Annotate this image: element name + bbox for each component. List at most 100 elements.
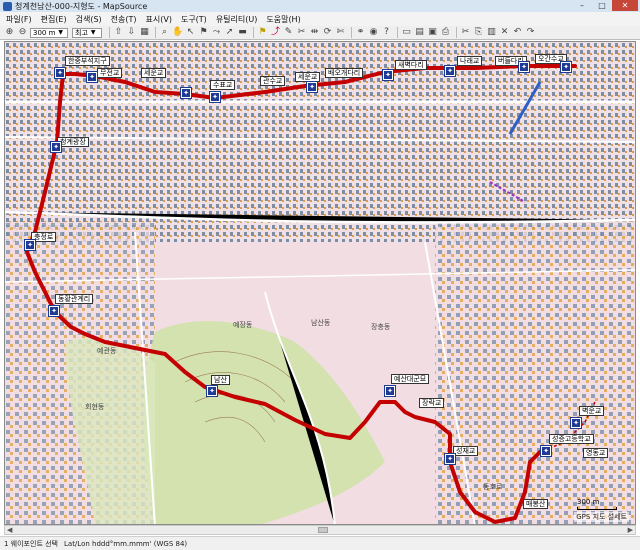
waypoint-label[interactable]: 매봉산 — [523, 499, 549, 509]
chevron-down-icon: ▼ — [58, 28, 64, 36]
waypoint-icon[interactable]: ✦ — [50, 141, 62, 153]
zoom-tool-icon[interactable]: ⌕ — [159, 27, 170, 38]
map-icon[interactable]: ▦ — [139, 27, 150, 38]
flag-icon[interactable]: ⚑ — [198, 27, 209, 38]
menu-transfer[interactable]: 전송(T) — [111, 14, 137, 25]
waypoint-icon[interactable]: ✦ — [306, 81, 318, 93]
waypoint-label[interactable]: 배오개다리 — [325, 68, 364, 78]
waypoint-label[interactable]: 청계광장 — [57, 137, 89, 147]
waypoint-label[interactable]: 무전교 — [97, 68, 123, 78]
zoom-out-icon[interactable]: ⊖ — [17, 27, 28, 38]
toolbar-separator — [351, 27, 352, 38]
waypoint-icon[interactable]: ✦ — [180, 87, 192, 99]
pointer-icon[interactable]: ➚ — [224, 27, 235, 38]
scrollbar-thumb[interactable] — [318, 527, 328, 533]
waypoint-label[interactable]: 영동교 — [583, 448, 609, 458]
detail-value: 최고 — [75, 28, 88, 37]
waypoint-icon[interactable]: ✦ — [540, 445, 552, 457]
waypoint-icon[interactable]: ⚑ — [257, 27, 268, 38]
print-icon[interactable]: ⎙ — [440, 27, 451, 38]
menu-view[interactable]: 표시(V) — [146, 14, 172, 25]
waypoint-label[interactable]: 동황관계리 — [55, 294, 94, 304]
maximize-icon[interactable]: □ — [592, 0, 612, 11]
horizontal-scrollbar[interactable]: ◀ ▶ — [4, 525, 636, 535]
zoom-select[interactable]: 300 m ▼ — [30, 27, 68, 38]
profile-icon[interactable]: ⟳ — [322, 27, 333, 38]
zoom-value: 300 m — [33, 28, 56, 37]
menu-utilities[interactable]: 유틸리티(U) — [216, 14, 258, 25]
selection-status: 1 웨이포인트 선택 — [4, 539, 58, 548]
waypoint-icon[interactable]: ✦ — [209, 91, 221, 103]
receive-from-device-icon[interactable]: ⇩ — [126, 27, 137, 38]
waypoint-label[interactable]: 새벽다리 — [395, 60, 427, 70]
place-label: 회현동 — [85, 403, 105, 411]
waypoint-icon[interactable]: ✦ — [384, 385, 396, 397]
pan-hand-icon[interactable]: ✋ — [172, 27, 183, 38]
waypoint-label[interactable]: 성재교 — [453, 446, 479, 456]
waypoint-label[interactable]: 세운교 — [295, 72, 321, 82]
waypoint-label[interactable]: 남산 — [211, 375, 230, 385]
save-icon[interactable]: ▣ — [427, 27, 438, 38]
menu-find[interactable]: 검색(S) — [76, 14, 102, 25]
waypoint-icon[interactable]: ✦ — [54, 67, 66, 79]
scale-label: 300 m — [577, 498, 600, 506]
waypoint-label[interactable]: 나래교 — [457, 56, 483, 66]
toolbar-separator — [397, 27, 398, 38]
waypoint-icon[interactable]: ✦ — [382, 69, 394, 81]
menu-edit[interactable]: 편집(E) — [41, 14, 67, 25]
track-tool-icon[interactable]: ▬ — [237, 27, 248, 38]
erase-icon[interactable]: ✂ — [296, 27, 307, 38]
waypoint-label[interactable]: 세운교 — [141, 68, 167, 78]
route-icon[interactable]: ⤴ — [270, 27, 281, 38]
erase-tool-icon[interactable]: ✄ — [335, 27, 346, 38]
properties-icon[interactable]: ◉ — [368, 27, 379, 38]
menu-bar: 파일(F) 편집(E) 검색(S) 전송(T) 표시(V) 도구(T) 유틸리티… — [0, 12, 640, 26]
undo-icon[interactable]: ↶ — [512, 27, 523, 38]
waypoint-icon[interactable]: ✦ — [24, 239, 36, 251]
find-icon[interactable]: ✎ — [283, 27, 294, 38]
waypoint-icon[interactable]: ✦ — [48, 305, 60, 317]
toolbar-separator — [456, 27, 457, 38]
waypoint-icon[interactable]: ✦ — [518, 61, 530, 73]
waypoint-label[interactable]: 벽운교 — [579, 406, 605, 416]
select-tool-icon[interactable]: ↖ — [185, 27, 196, 38]
zoom-in-icon[interactable]: ⊕ — [4, 27, 15, 38]
waypoint-icon[interactable]: ✦ — [206, 385, 218, 397]
waypoint-label[interactable]: 수표교 — [210, 80, 236, 90]
place-label: 예관동 — [97, 347, 117, 355]
distance-icon[interactable]: ⇹ — [309, 27, 320, 38]
redo-icon[interactable]: ↷ — [525, 27, 536, 38]
coordinate-format: Lat/Lon hddd°mm.mmm' (WGS 84) — [64, 539, 188, 548]
delete-icon[interactable]: ✕ — [499, 27, 510, 38]
scroll-left-icon[interactable]: ◀ — [7, 526, 12, 534]
map-view[interactable]: 한중부석지구 무전교 세운교 수표교 관수교 세운교 배오개다리 새벽다리 나래… — [4, 41, 636, 525]
scroll-right-icon[interactable]: ▶ — [628, 526, 633, 534]
send-to-device-icon[interactable]: ⇧ — [113, 27, 124, 38]
waypoint-icon[interactable]: ✦ — [444, 65, 456, 77]
detail-select[interactable]: 최고 ▼ — [72, 27, 102, 38]
waypoint-label[interactable]: 한중부석지구 — [65, 56, 110, 66]
toolbar-separator — [253, 27, 254, 38]
waypoint-icon[interactable]: ✦ — [86, 71, 98, 83]
waypoint-label[interactable]: 예산대군묘 — [391, 374, 430, 384]
waypoint-label[interactable]: 성증고등학교 — [549, 434, 594, 444]
cut-icon[interactable]: ✂ — [460, 27, 471, 38]
close-icon[interactable]: ✕ — [612, 0, 638, 11]
waypoint-label[interactable]: 관수교 — [260, 76, 286, 86]
minimize-icon[interactable]: – — [572, 0, 592, 11]
binoculars-icon[interactable]: ⚭ — [355, 27, 366, 38]
waypoint-icon[interactable]: ✦ — [570, 417, 582, 429]
menu-tools[interactable]: 도구(T) — [181, 14, 207, 25]
waypoint-icon[interactable]: ✦ — [444, 453, 456, 465]
open-file-icon[interactable]: ▤ — [414, 27, 425, 38]
help-icon[interactable]: ? — [381, 27, 392, 38]
waypoint-label[interactable]: 장락교 — [419, 398, 445, 408]
paste-icon[interactable]: ▥ — [486, 27, 497, 38]
chevron-down-icon: ▼ — [90, 28, 96, 36]
route-tool-icon[interactable]: ⤳ — [211, 27, 222, 38]
waypoint-icon[interactable]: ✦ — [560, 61, 572, 73]
new-file-icon[interactable]: ▭ — [401, 27, 412, 38]
copy-icon[interactable]: ⎘ — [473, 27, 484, 38]
menu-file[interactable]: 파일(F) — [6, 14, 32, 25]
menu-help[interactable]: 도움말(H) — [266, 14, 300, 25]
